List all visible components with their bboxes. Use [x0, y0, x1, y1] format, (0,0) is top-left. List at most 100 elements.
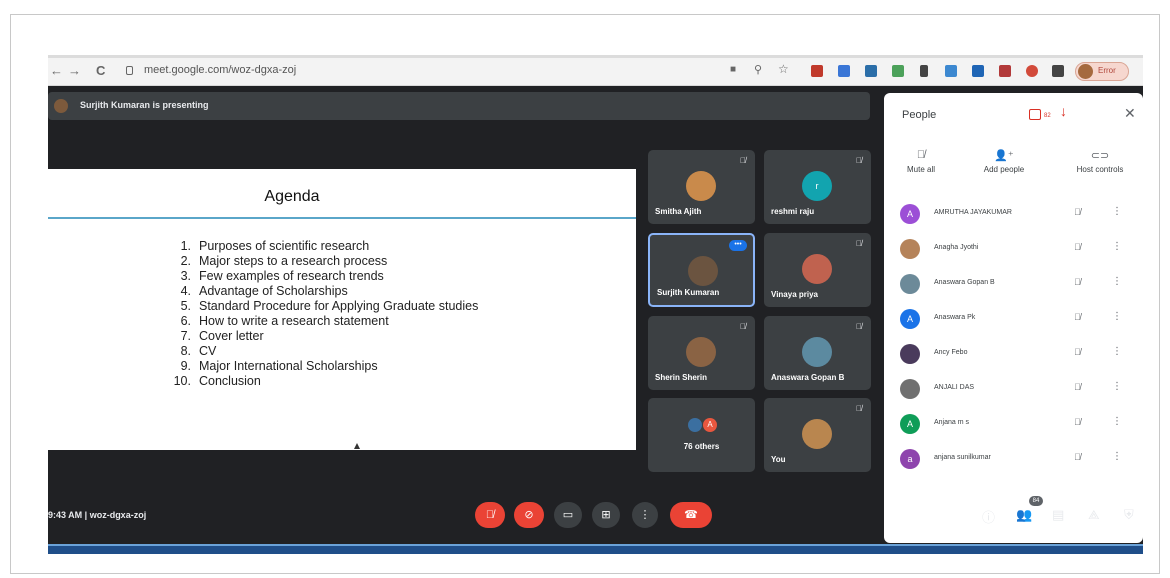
present-button[interactable]: ⊞: [592, 502, 620, 528]
more-vert-icon[interactable]: ⋮: [1112, 346, 1122, 357]
shared-slide: Agenda 1. Purposes of scientific research…: [48, 169, 636, 450]
self-tile[interactable]: 🎙̸ You: [764, 398, 871, 472]
puzzle-icon[interactable]: [1052, 65, 1064, 77]
more-vert-icon[interactable]: ⋮: [1112, 241, 1122, 252]
participant-tile[interactable]: 🎙̸ Smitha Ajith: [648, 150, 755, 224]
participant-tile[interactable]: 🎙̸ Anaswara Gopan B: [764, 316, 871, 390]
more-options-button[interactable]: ⋮: [632, 502, 658, 528]
avatar: A: [900, 309, 920, 329]
mic-off-icon: 🎙̸: [856, 156, 862, 165]
mic-off-icon[interactable]: 🎙̸: [1074, 242, 1081, 252]
avatar: A: [900, 204, 920, 224]
extension-icon[interactable]: [1026, 65, 1038, 77]
participant-name: You: [771, 455, 786, 464]
presenting-text: Surjith Kumaran is presenting: [80, 100, 209, 110]
extension-icon[interactable]: [920, 65, 928, 77]
mic-off-icon[interactable]: 🎙̸: [1074, 312, 1081, 322]
mic-off-icon: 🎙̸: [916, 149, 926, 161]
mic-toggle-button[interactable]: 🎙̸: [475, 502, 505, 528]
avatar: A: [900, 414, 920, 434]
more-vert-icon[interactable]: ⋮: [1112, 416, 1122, 427]
address-bar[interactable]: meet.google.com/woz-dgxa-zoj: [144, 64, 296, 76]
mic-off-icon[interactable]: 🎙̸: [1074, 452, 1081, 462]
mute-all-button[interactable]: 🎙̸ Mute all: [898, 149, 944, 174]
participant-row[interactable]: Anagha Jyothi 🎙̸ ⋮: [884, 236, 1143, 266]
avatar: [900, 274, 920, 294]
avatar: [54, 99, 68, 113]
others-tile[interactable]: A 76 others: [648, 398, 755, 472]
checkbox-icon[interactable]: [1029, 109, 1041, 120]
host-shield-icon[interactable]: ⛨: [1124, 507, 1134, 523]
avatar: [688, 418, 702, 432]
more-vert-icon[interactable]: ⋮: [1112, 451, 1122, 462]
panel-title: People: [902, 109, 937, 121]
avatar: [686, 337, 716, 367]
participant-name: ANJALI DAS: [934, 384, 975, 391]
more-vert-icon[interactable]: ⋮: [1112, 381, 1122, 392]
list-item: 8. CV: [180, 344, 217, 358]
mic-off-icon[interactable]: 🎙̸: [1074, 347, 1081, 357]
participant-tile-speaking[interactable]: ••• Surjith Kumaran: [648, 233, 755, 307]
participant-row[interactable]: A Anaswara Pk 🎙̸ ⋮: [884, 306, 1143, 336]
meet-stage: Surjith Kumaran is presenting Agenda 1. P…: [48, 86, 1143, 546]
participant-name: Anjana m s: [934, 419, 970, 426]
reload-button[interactable]: C: [96, 63, 105, 78]
extension-icon[interactable]: [945, 65, 957, 77]
others-count: 76 others: [683, 442, 720, 451]
participant-row[interactable]: Ancy Febo 🎙̸ ⋮: [884, 341, 1143, 371]
extension-icon[interactable]: [999, 65, 1011, 77]
camera-icon[interactable]: ■: [730, 64, 736, 75]
leave-call-button[interactable]: ☎: [670, 502, 712, 528]
profile-error-label: Error: [1098, 66, 1116, 75]
bookmark-star-icon[interactable]: ☆: [778, 62, 789, 76]
os-taskbar: [48, 546, 1143, 554]
list-item: 10. Conclusion: [173, 374, 261, 388]
more-vert-icon[interactable]: ⋮: [1112, 276, 1122, 287]
forward-button[interactable]: →: [68, 63, 81, 78]
participant-tile[interactable]: 🎙̸ Sherin Sherin: [648, 316, 755, 390]
extension-icon[interactable]: [811, 65, 823, 77]
add-people-button[interactable]: 👤⁺ Add people: [978, 149, 1030, 174]
list-item: 7. Cover letter: [180, 329, 264, 343]
back-button[interactable]: ←: [50, 63, 63, 78]
mic-off-icon[interactable]: 🎙̸: [1074, 207, 1081, 217]
camera-toggle-button[interactable]: ⊘: [514, 502, 544, 528]
participant-tile[interactable]: 🎙̸ Vinaya priya: [764, 233, 871, 307]
participant-row[interactable]: a anjana sunilkumar 🎙̸ ⋮: [884, 446, 1143, 476]
extension-icon[interactable]: [865, 65, 877, 77]
zoom-icon[interactable]: ⚲: [754, 63, 762, 76]
mic-off-icon[interactable]: 🎙̸: [1074, 382, 1081, 392]
mic-off-icon[interactable]: 🎙̸: [1074, 417, 1081, 427]
toggle-icon: ⊂⊃: [1090, 150, 1110, 162]
info-icon[interactable]: ⓘ: [982, 507, 995, 526]
captions-button[interactable]: ▭: [554, 502, 582, 528]
more-vert-icon[interactable]: ⋮: [1112, 311, 1122, 322]
participant-tile[interactable]: 🎙̸ r reshmi raju: [764, 150, 871, 224]
participant-name: Surjith Kumaran: [657, 288, 720, 297]
participant-name: Smitha Ajith: [655, 207, 702, 216]
extension-icon[interactable]: [892, 65, 904, 77]
participant-name: Sherin Sherin: [655, 373, 708, 382]
mic-off-icon[interactable]: 🎙̸: [1074, 277, 1081, 287]
extension-icon[interactable]: [972, 65, 984, 77]
host-controls-button[interactable]: ⊂⊃ Host controls: [1070, 149, 1130, 174]
browser-toolbar: ← → C meet.google.com/woz-dgxa-zoj ■ ⚲ ☆…: [48, 58, 1143, 86]
people-icon[interactable]: 👥: [1016, 507, 1032, 523]
close-icon[interactable]: ✕: [1124, 105, 1136, 122]
chat-icon[interactable]: ▤: [1052, 507, 1064, 523]
mic-off-icon: 🎙̸: [856, 404, 862, 413]
profile-button[interactable]: Error: [1075, 62, 1129, 81]
avatar: r: [802, 171, 832, 201]
more-vert-icon[interactable]: ⋮: [1112, 206, 1122, 217]
mic-off-icon: 🎙̸: [740, 322, 746, 331]
participant-row[interactable]: A AMRUTHA JAYAKUMAR 🎙̸ ⋮: [884, 201, 1143, 231]
participant-row[interactable]: ANJALI DAS 🎙̸ ⋮: [884, 376, 1143, 406]
participant-row[interactable]: Anaswara Gopan B 🎙̸ ⋮: [884, 271, 1143, 301]
activities-icon[interactable]: ⟁: [1088, 507, 1100, 523]
list-item: 5. Standard Procedure for Applying Gradua…: [180, 299, 479, 313]
participant-name: Anaswara Gopan B: [771, 373, 845, 382]
participant-name: reshmi raju: [771, 207, 815, 216]
mic-off-icon: 🎙̸: [740, 156, 746, 165]
participant-row[interactable]: A Anjana m s 🎙̸ ⋮: [884, 411, 1143, 441]
extension-icon[interactable]: [838, 65, 850, 77]
